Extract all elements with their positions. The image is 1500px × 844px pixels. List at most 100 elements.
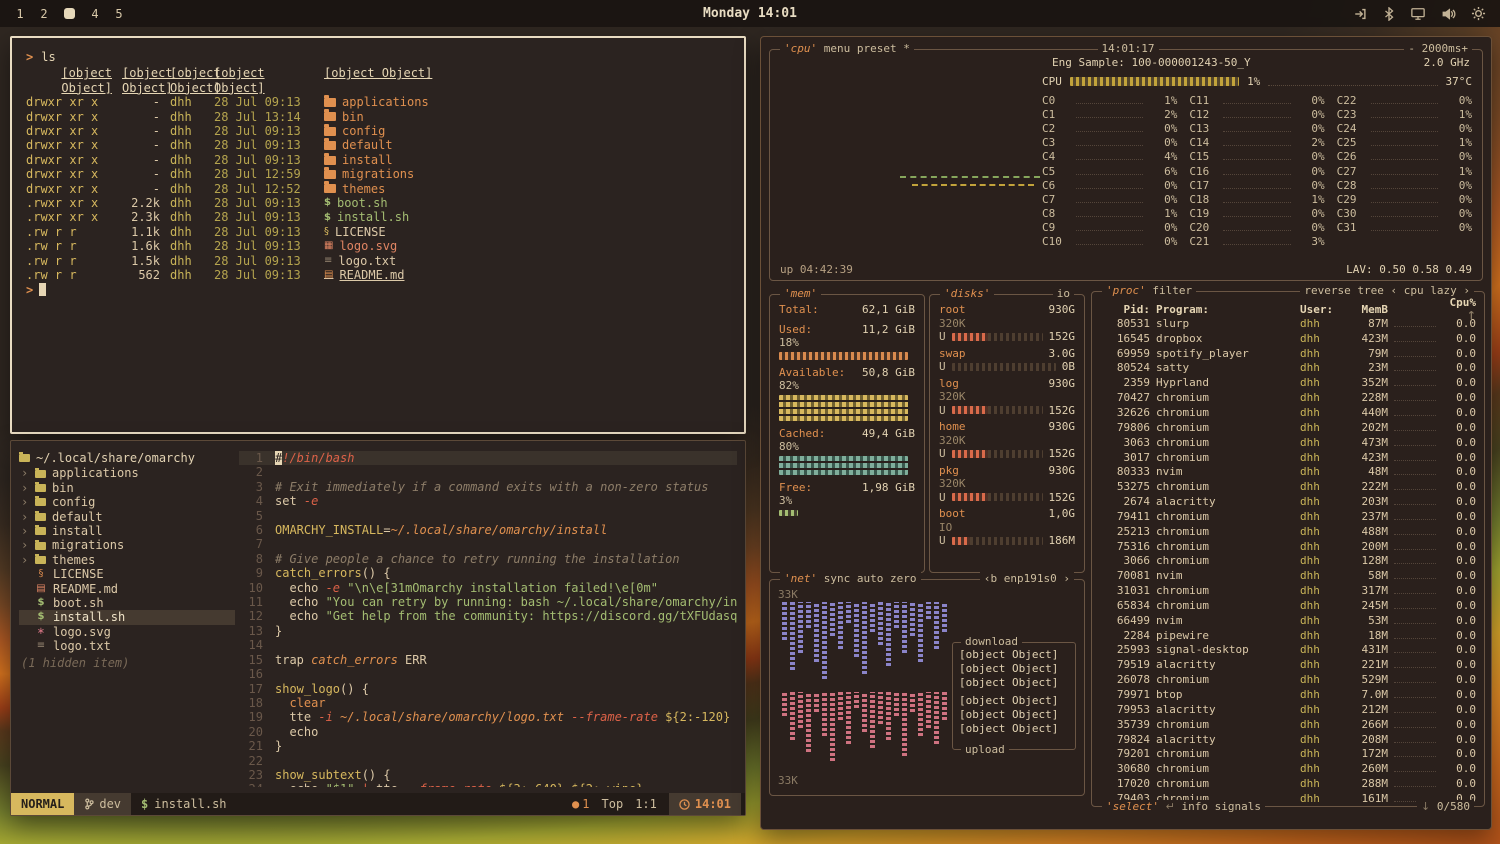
cpu-core-row: C10 0%	[1042, 235, 1177, 249]
net-zero-button[interactable]: zero	[890, 572, 917, 585]
tree-item[interactable]: › themes	[19, 553, 235, 567]
net-auto-button[interactable]: auto	[857, 572, 884, 585]
btop-window[interactable]: 'cpu' menu preset * 14:01:17 - 2000ms+ E…	[760, 36, 1492, 830]
process-row[interactable]: 53275 chromium dhh 222M 0.0	[1092, 479, 1484, 494]
tree-item[interactable]: › bin	[19, 481, 235, 495]
cpu-core-row: C1 2%	[1042, 107, 1177, 121]
process-row[interactable]: 79411 chromium dhh 237M 0.0	[1092, 509, 1484, 524]
download-stat: [object Object]	[959, 662, 1069, 676]
process-row[interactable]: 2359 Hyprland dhh 352M 0.0	[1092, 375, 1484, 390]
io-mode-button[interactable]: io	[1053, 287, 1074, 301]
tree-item[interactable]: $ install.sh	[19, 610, 235, 624]
program-column-header[interactable]: Program:	[1156, 303, 1294, 316]
preset-button[interactable]: preset *	[857, 42, 910, 55]
net-sync-button[interactable]: sync	[824, 572, 851, 585]
line-number: 9	[239, 566, 263, 580]
process-row[interactable]: 16545 dropbox dhh 423M 0.0	[1092, 331, 1484, 346]
cpu-temperature: 37°C	[1446, 75, 1473, 88]
workspace-indicator[interactable]: 5	[115, 7, 123, 21]
workspace-indicator[interactable]: 4	[91, 7, 99, 21]
process-row[interactable]: 25213 chromium dhh 488M 0.0	[1092, 524, 1484, 539]
process-row[interactable]: 65834 chromium dhh 245M 0.0	[1092, 598, 1484, 613]
terminal-window[interactable]: > ls [object Object][object Object][obje…	[10, 36, 746, 434]
process-row[interactable]: 35739 chromium dhh 266M 0.0	[1092, 717, 1484, 732]
cpu-core-row: C3 0%	[1042, 136, 1177, 150]
process-row[interactable]: 79201 chromium dhh 172M 0.0	[1092, 746, 1484, 761]
process-row[interactable]: 31031 chromium dhh 317M 0.0	[1092, 583, 1484, 598]
process-row[interactable]: 3017 chromium dhh 423M 0.0	[1092, 450, 1484, 465]
process-row[interactable]: 80333 nvim dhh 48M 0.0	[1092, 464, 1484, 479]
user-column-header[interactable]: User:	[1300, 303, 1336, 316]
workspace-indicator[interactable]: 2	[40, 7, 48, 21]
process-user: dhh	[1300, 421, 1336, 434]
editor-window[interactable]: ~/.local/share/omarchy › applications › …	[10, 440, 746, 816]
process-cpu-meter	[1394, 364, 1436, 371]
line-number: 8	[239, 552, 263, 566]
process-row[interactable]: 75316 chromium dhh 200M 0.0	[1092, 539, 1484, 554]
process-row[interactable]: 17020 chromium dhh 288M 0.0	[1092, 776, 1484, 791]
tree-item[interactable]: $ boot.sh	[19, 596, 235, 610]
process-row[interactable]: 2674 alacritty dhh 203M 0.0	[1092, 494, 1484, 509]
tree-item[interactable]: ▤ README.md	[19, 582, 235, 596]
process-row[interactable]: 79953 alacritty dhh 212M 0.0	[1092, 702, 1484, 717]
gear-icon[interactable]	[1471, 6, 1486, 21]
process-row[interactable]: 3063 chromium dhh 473M 0.0	[1092, 435, 1484, 450]
proc-reverse-button[interactable]: reverse	[1304, 284, 1350, 297]
volume-icon[interactable]	[1441, 7, 1456, 21]
core-percent: 0%	[1149, 122, 1177, 135]
process-cpu-meter	[1394, 498, 1436, 505]
process-row[interactable]: 32626 chromium dhh 440M 0.0	[1092, 405, 1484, 420]
process-name: chromium	[1156, 584, 1294, 597]
process-row[interactable]: 79519 alacritty dhh 221M 0.0	[1092, 657, 1484, 672]
tree-item[interactable]: § LICENSE	[19, 567, 235, 581]
process-user: dhh	[1300, 510, 1336, 523]
mem-stat-value: 11,2 GiB	[862, 323, 915, 337]
process-row[interactable]: 2284 pipewire dhh 18M 0.0	[1092, 628, 1484, 643]
disks-panel: 'disks' io root 930G 320K U 152G	[929, 294, 1085, 573]
refresh-interval-control[interactable]: - 2000ms+	[1404, 42, 1472, 56]
terminal-prompt-line[interactable]: >	[26, 283, 730, 297]
mem-column-header[interactable]: MemB	[1342, 303, 1388, 316]
info-button[interactable]: info	[1181, 800, 1208, 813]
tree-item[interactable]: › config	[19, 495, 235, 509]
net-interface-selector[interactable]: ‹b enp191s0 ›	[980, 572, 1074, 586]
process-row[interactable]: 80524 satty dhh 23M 0.0	[1092, 361, 1484, 376]
process-row[interactable]: 79971 btop dhh 7.0M 0.0	[1092, 687, 1484, 702]
process-row[interactable]: 25993 signal-desktop dhh 431M 0.0	[1092, 643, 1484, 658]
workspace-indicator[interactable]	[64, 8, 75, 19]
tree-item[interactable]: › install	[19, 524, 235, 538]
file-date: 28 Jul 12:52	[214, 182, 314, 196]
process-row[interactable]: 66499 nvim dhh 53M 0.0	[1092, 613, 1484, 628]
code-editor[interactable]: 1 #!/bin/bash 2 3 # Exit immediately if …	[239, 451, 737, 787]
process-row[interactable]: 3066 chromium dhh 128M 0.0	[1092, 554, 1484, 569]
process-row[interactable]: 79806 chromium dhh 202M 0.0	[1092, 420, 1484, 435]
network-icon[interactable]	[1410, 7, 1426, 21]
tree-item[interactable]: › default	[19, 510, 235, 524]
process-pid: 65834	[1100, 599, 1150, 612]
tree-item[interactable]: ∗ logo.svg	[19, 625, 235, 639]
tree-item-label: migrations	[52, 538, 124, 552]
tree-item[interactable]: ≡ logo.txt	[19, 639, 235, 653]
process-row[interactable]: 69959 spotify_player dhh 79M 0.0	[1092, 346, 1484, 361]
signals-button[interactable]: signals	[1215, 800, 1261, 813]
bluetooth-icon[interactable]	[1383, 7, 1395, 21]
process-user: dhh	[1300, 332, 1336, 345]
chevron-right-icon: ›	[21, 553, 29, 567]
proc-filter-button[interactable]: filter	[1152, 284, 1192, 297]
process-row[interactable]: 70081 nvim dhh 58M 0.0	[1092, 568, 1484, 583]
workspace-indicator[interactable]: 1	[16, 7, 24, 21]
tree-item[interactable]: › applications	[19, 466, 235, 480]
process-row[interactable]: 70427 chromium dhh 228M 0.0	[1092, 390, 1484, 405]
logout-icon[interactable]	[1353, 7, 1368, 21]
proc-sort-selector[interactable]: ‹ cpu lazy ›	[1391, 284, 1470, 297]
process-row[interactable]: 30680 chromium dhh 260M 0.0	[1092, 761, 1484, 776]
pid-column-header[interactable]: Pid:	[1100, 303, 1150, 316]
process-pid: 25993	[1100, 643, 1150, 656]
process-row[interactable]: 26078 chromium dhh 529M 0.0	[1092, 672, 1484, 687]
select-mode-button[interactable]: 'select'	[1106, 800, 1159, 813]
tree-item[interactable]: › migrations	[19, 538, 235, 552]
process-row[interactable]: 80531 slurp dhh 87M 0.0	[1092, 316, 1484, 331]
menu-button[interactable]: menu	[824, 42, 851, 55]
proc-tree-button[interactable]: tree	[1357, 284, 1384, 297]
process-row[interactable]: 79824 alacritty dhh 208M 0.0	[1092, 732, 1484, 747]
